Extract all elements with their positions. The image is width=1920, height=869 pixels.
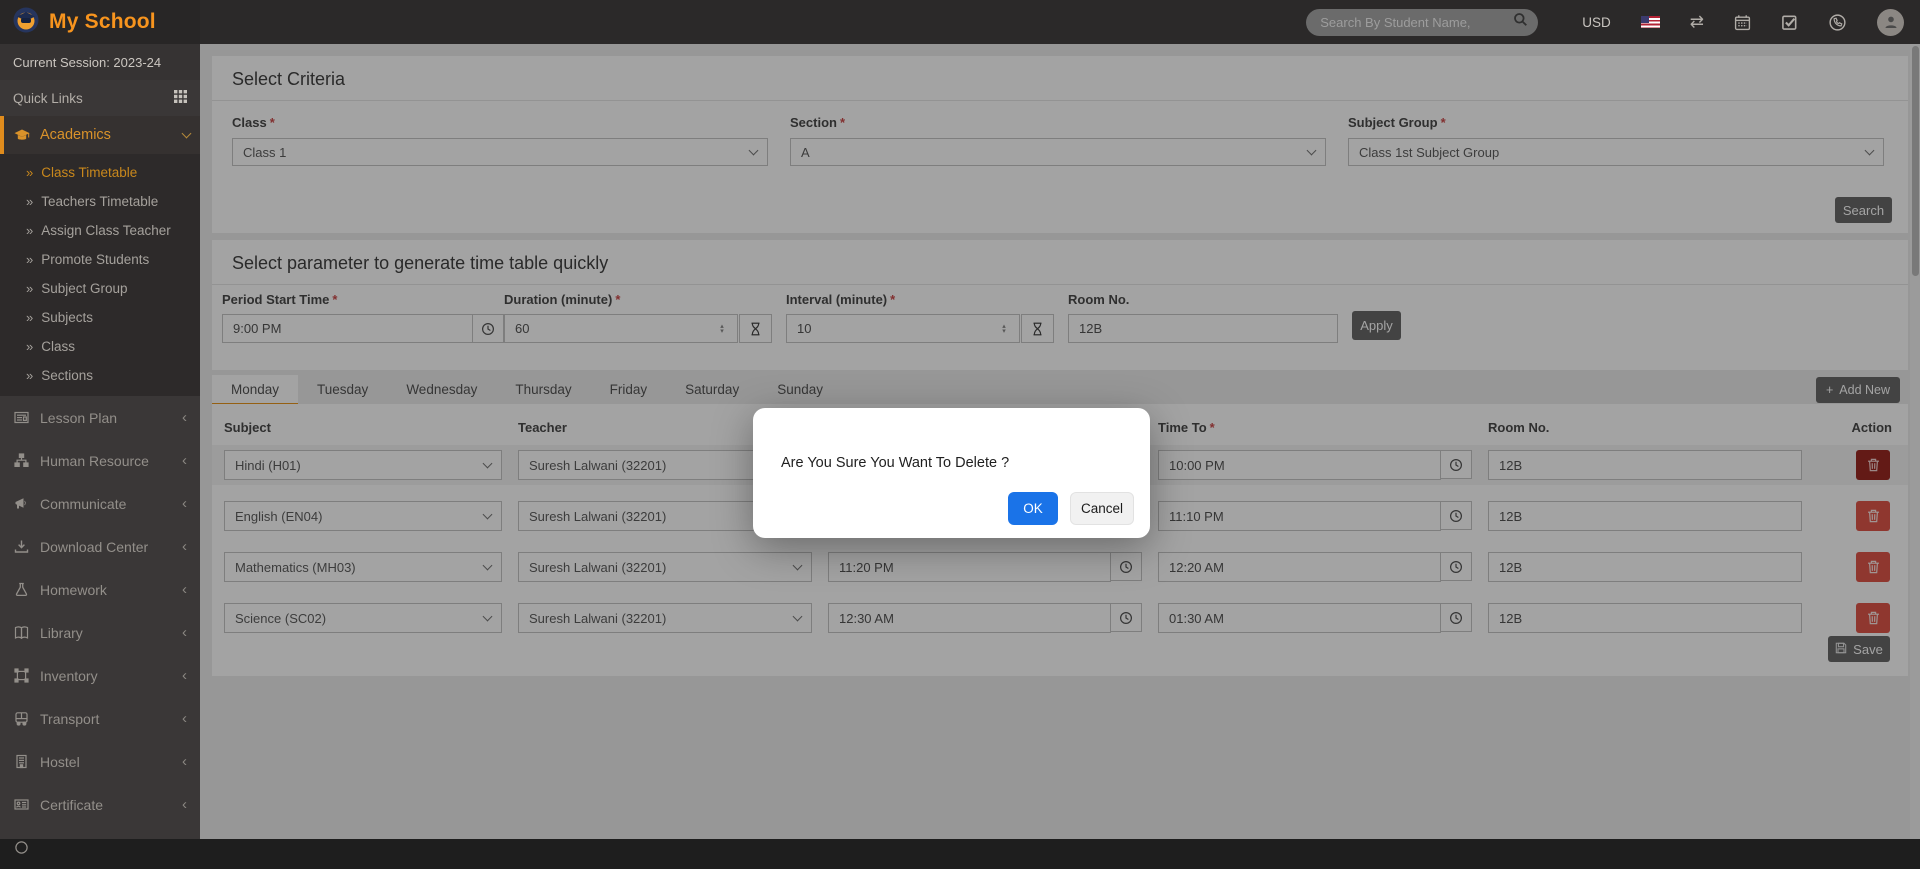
chevron-left-icon: ‹ [182, 796, 187, 813]
sidebar-subitem-assign-class-teacher[interactable]: » Assign Class Teacher [0, 216, 200, 245]
sitemap-icon [13, 453, 29, 468]
sidebar-subitem-class-timetable[interactable]: » Class Timetable [0, 158, 200, 187]
sidebar-item-human-resource[interactable]: Human Resource ‹ [0, 439, 200, 482]
chevron-left-icon: ‹ [182, 538, 187, 555]
app-title: My School [49, 10, 156, 34]
school-logo-icon [12, 6, 40, 39]
switch-session-icon[interactable]: ⇄ [1690, 12, 1704, 32]
ok-button[interactable]: OK [1008, 492, 1058, 525]
chevron-left-icon: ‹ [182, 710, 187, 727]
sidebar-item-inventory[interactable]: Inventory ‹ [0, 654, 200, 697]
sidebar-subitem-class[interactable]: » Class [0, 332, 200, 361]
circle-icon [13, 840, 29, 855]
brand[interactable]: My School [0, 0, 200, 44]
grid-icon[interactable] [174, 90, 187, 106]
delete-confirm-dialog: Are You Sure You Want To Delete ? OK Can… [753, 408, 1150, 538]
flask-icon [13, 582, 29, 597]
user-avatar[interactable] [1877, 9, 1904, 36]
id-card-icon [13, 797, 29, 812]
chevron-left-icon: ‹ [182, 667, 187, 684]
bullhorn-icon [13, 496, 29, 511]
header-search[interactable] [1306, 9, 1538, 36]
calendar-icon[interactable] [1734, 14, 1751, 31]
sidebar-item-transport[interactable]: Transport ‹ [0, 697, 200, 740]
search-input[interactable] [1320, 15, 1513, 30]
language-flag-icon[interactable] [1641, 16, 1660, 28]
quick-links[interactable]: Quick Links [0, 80, 200, 116]
whatsapp-icon[interactable] [1828, 13, 1847, 32]
sidebar-item-library[interactable]: Library ‹ [0, 611, 200, 654]
sidebar: Current Session: 2023-24 Quick Links Aca… [0, 44, 200, 839]
chevron-left-icon: ‹ [182, 495, 187, 512]
chevron-down-icon [182, 128, 192, 138]
sidebar-item-download-center[interactable]: Download Center ‹ [0, 525, 200, 568]
double-chevron-icon: » [26, 368, 33, 383]
building-icon [13, 754, 29, 769]
sidebar-item-certificate[interactable]: Certificate ‹ [0, 783, 200, 826]
lesson-plan-icon [13, 410, 29, 425]
sidebar-subitem-subjects[interactable]: » Subjects [0, 303, 200, 332]
sidebar-item-partial[interactable] [0, 826, 200, 869]
chevron-left-icon: ‹ [182, 624, 187, 641]
sidebar-subitem-subject-group[interactable]: » Subject Group [0, 274, 200, 303]
download-icon [13, 539, 29, 554]
graduation-cap-icon [14, 128, 30, 143]
cancel-button[interactable]: Cancel [1070, 492, 1134, 525]
top-header: My School USD ⇄ [0, 0, 1920, 44]
dialog-message: Are You Sure You Want To Delete ? [781, 455, 1009, 471]
sidebar-item-homework[interactable]: Homework ‹ [0, 568, 200, 611]
sidebar-subitem-sections[interactable]: » Sections [0, 361, 200, 390]
double-chevron-icon: » [26, 194, 33, 209]
current-session: Current Session: 2023-24 [0, 44, 200, 80]
sidebar-item-communicate[interactable]: Communicate ‹ [0, 482, 200, 525]
double-chevron-icon: » [26, 252, 33, 267]
book-icon [13, 625, 29, 640]
chevron-left-icon: ‹ [182, 753, 187, 770]
tasks-icon[interactable] [1781, 14, 1798, 31]
sidebar-item-hostel[interactable]: Hostel ‹ [0, 740, 200, 783]
search-icon[interactable] [1513, 12, 1528, 32]
sidebar-item-lesson-plan[interactable]: Lesson Plan ‹ [0, 396, 200, 439]
chevron-left-icon: ‹ [182, 409, 187, 426]
double-chevron-icon: » [26, 339, 33, 354]
chevron-left-icon: ‹ [182, 452, 187, 469]
double-chevron-icon: » [26, 281, 33, 296]
academics-submenu: » Class Timetable » Teachers Timetable »… [0, 154, 200, 396]
box-icon [13, 668, 29, 683]
sidebar-subitem-promote-students[interactable]: » Promote Students [0, 245, 200, 274]
sidebar-item-academics[interactable]: Academics [0, 116, 200, 154]
chevron-left-icon: ‹ [182, 581, 187, 598]
currency-label[interactable]: USD [1582, 15, 1611, 30]
sidebar-subitem-teachers-timetable[interactable]: » Teachers Timetable [0, 187, 200, 216]
double-chevron-icon: » [26, 165, 33, 180]
double-chevron-icon: » [26, 310, 33, 325]
double-chevron-icon: » [26, 223, 33, 238]
bus-icon [13, 711, 29, 726]
sidebar-item-label: Academics [40, 127, 111, 143]
